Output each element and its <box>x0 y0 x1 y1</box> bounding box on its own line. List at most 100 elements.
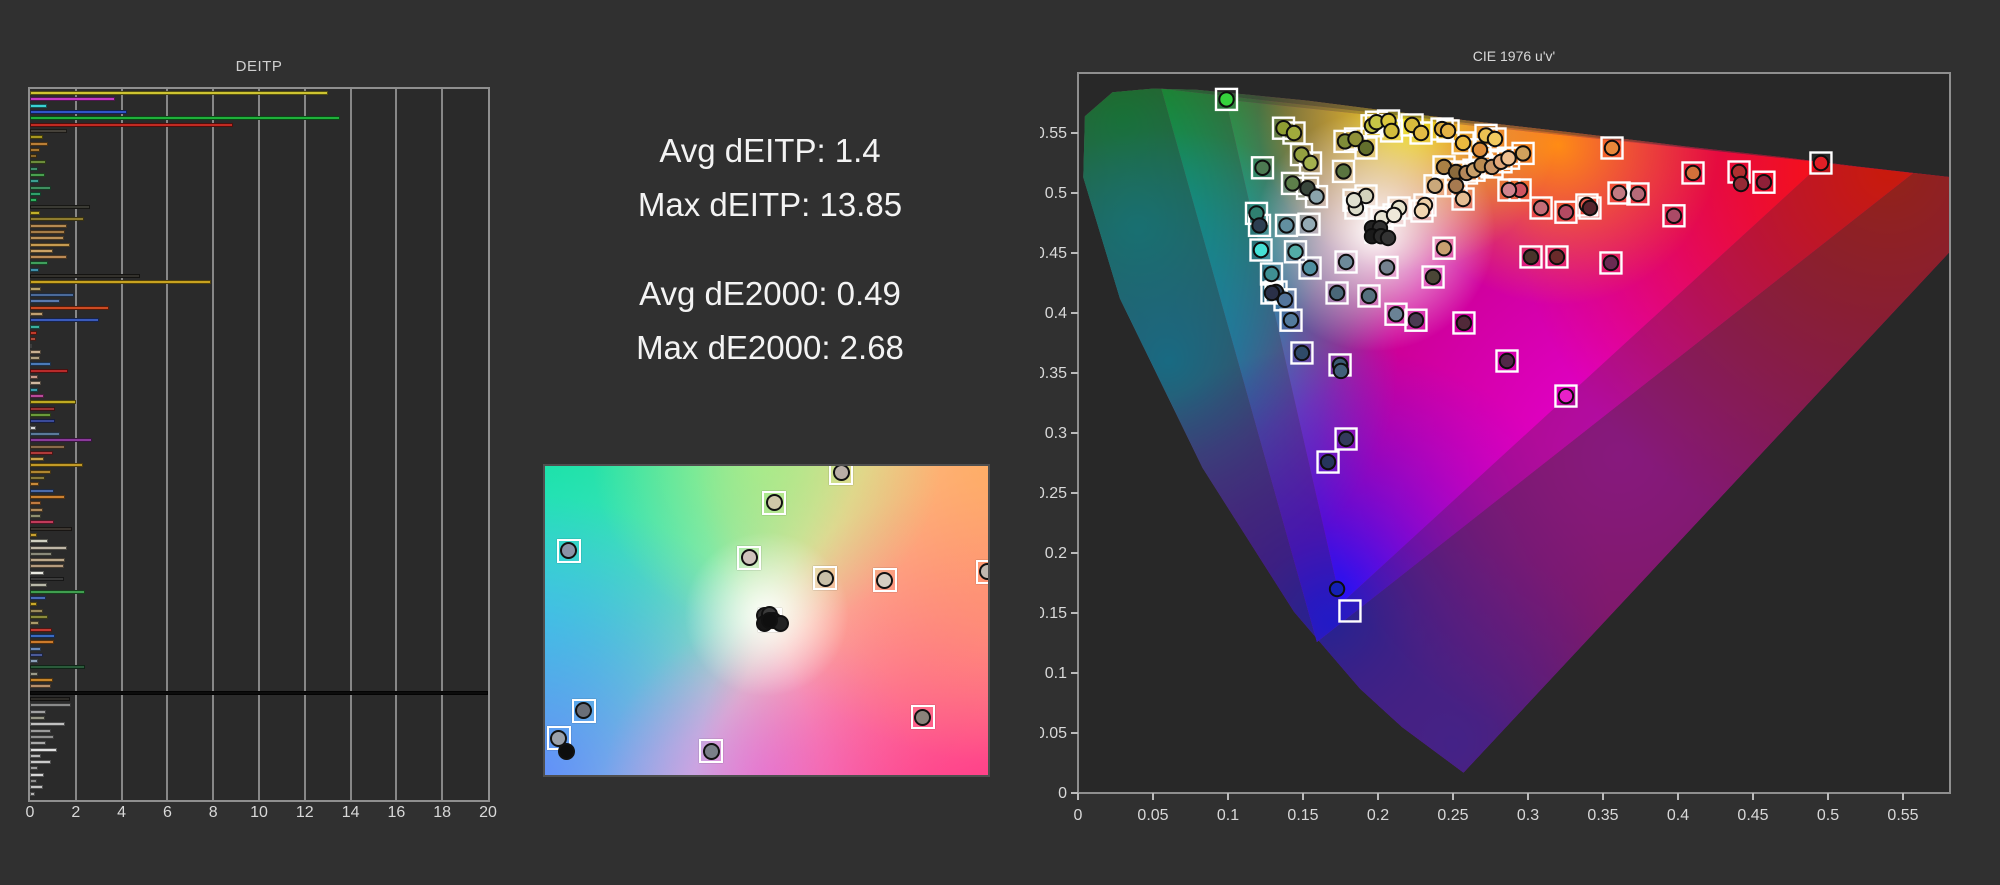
deitp-bar <box>30 482 40 487</box>
cie-measurement-point <box>1337 430 1355 448</box>
cie-measurement-point <box>1345 192 1363 209</box>
deitp-bar <box>30 261 49 266</box>
deitp-bar <box>30 728 51 733</box>
cie-y-tick-label: 0.3 <box>1045 425 1067 442</box>
cie-y-tick-label: 0.45 <box>1040 245 1067 262</box>
deitp-bar <box>30 419 56 424</box>
deitp-bar <box>30 476 45 481</box>
deitp-bar <box>30 760 51 765</box>
cie-measurement-point <box>1357 139 1375 157</box>
cie-measurement-point <box>1454 134 1472 152</box>
lab-measurement-point <box>979 563 988 580</box>
deitp-bar <box>30 659 38 664</box>
deitp-bar <box>30 198 37 203</box>
calibration-report-page: { "page": {"bg": "#303030", "accent_grid… <box>0 0 2000 885</box>
deitp-bar <box>30 640 55 645</box>
cie-1976-uv-diagram: 0 0.05 0.1 0.15 0.2 0.25 0.3 0.35 0.4 0.45 0.5 0.55… <box>1040 72 1951 824</box>
deitp-bar <box>30 722 66 727</box>
deitp-bar <box>30 507 43 512</box>
cie-measurement-point <box>1498 352 1516 370</box>
deitp-bar <box>30 406 56 411</box>
deitp-bar <box>30 160 47 165</box>
deitp-bar <box>30 210 41 215</box>
deitp-bar <box>30 173 45 178</box>
deitp-bar <box>30 217 84 222</box>
deitp-bar <box>30 766 38 771</box>
cie-measurement-point <box>1328 580 1346 598</box>
cie-measurement-point <box>1308 188 1325 205</box>
deitp-bar <box>30 412 51 417</box>
cie-measurement-point <box>1557 387 1575 405</box>
cie-measurement-point <box>1500 181 1518 199</box>
deitp-bar <box>30 690 488 695</box>
deitp-bar <box>30 280 211 285</box>
deitp-bar <box>30 513 42 518</box>
cie-measurement-point <box>1454 190 1472 208</box>
cie-y-tick-label: 0.35 <box>1040 365 1067 382</box>
cie-measurement-point <box>1447 177 1465 195</box>
deitp-bar <box>30 135 43 140</box>
deitp-bar <box>30 589 85 594</box>
cie-measurement-point <box>1603 139 1621 157</box>
cie-y-tick-label: 0.15 <box>1040 605 1067 622</box>
cie-y-tick-label: 0 <box>1058 785 1067 802</box>
deitp-bar <box>30 122 233 127</box>
deitp-bar <box>30 501 42 506</box>
cie-x-tick-label: 0.15 <box>1287 807 1318 824</box>
deitp-bar <box>30 431 60 436</box>
deitp-x-tick-label: 20 <box>479 804 497 821</box>
deitp-bar <box>30 236 65 241</box>
cie-measurement-point <box>1755 174 1773 191</box>
deitp-bar <box>30 785 43 790</box>
deitp-bar <box>30 267 40 272</box>
deitp-bar <box>30 558 66 563</box>
deitp-bar <box>30 400 76 405</box>
deitp-bar <box>30 709 47 714</box>
deitp-bar <box>30 337 36 342</box>
cie-measurement-point <box>1276 291 1294 308</box>
deitp-bar <box>30 457 44 462</box>
deitp-bar <box>30 318 99 323</box>
cie-measurement-point <box>1412 124 1430 142</box>
deitp-bar <box>30 223 67 228</box>
cie-measurement-point <box>1379 229 1397 247</box>
cie-x-tick-label: 0.55 <box>1887 807 1918 824</box>
avg-deitp-value: Avg dEITP: 1.4 <box>659 132 881 169</box>
cie-measurement-point <box>1426 177 1444 195</box>
deitp-bar <box>30 242 71 247</box>
cie-measurement-point <box>1332 362 1350 380</box>
cie-measurement-point <box>1302 154 1319 172</box>
deitp-bar <box>30 97 115 102</box>
deitp-bar <box>30 311 43 316</box>
max-deitp-value: Max dEITP: 13.85 <box>637 186 903 223</box>
deitp-bar <box>30 747 58 752</box>
deitp-bar <box>30 621 40 626</box>
deitp-x-tick-label: 12 <box>295 804 314 821</box>
deitp-bar <box>30 204 90 209</box>
deitp-bar <box>30 551 52 556</box>
deitp-bar <box>30 469 51 474</box>
deitp-bar <box>30 103 48 108</box>
cie-measurement-point <box>1500 150 1517 167</box>
deitp-bar <box>30 324 41 329</box>
cie-measurement-point <box>1732 175 1750 193</box>
deitp-bar <box>30 330 37 335</box>
deitp-x-tick-label: 2 <box>71 804 81 821</box>
cie-measurement-point <box>1435 240 1453 257</box>
deitp-bar <box>30 608 43 613</box>
deitp-x-axis: 0 2 4 6 8 10 12 14 16 18 20 <box>26 804 497 826</box>
deitp-bar <box>30 772 44 777</box>
deitp-bar <box>30 274 140 279</box>
cie-measurement-point <box>1254 159 1271 177</box>
lab-measurement-point <box>740 549 758 567</box>
cie-measurement-point <box>1581 199 1599 217</box>
cie-measurement-point <box>1684 164 1702 182</box>
cie-x-tick-label: 0.3 <box>1517 807 1539 824</box>
cie-measurement-point <box>1407 312 1425 329</box>
cie-measurement-point <box>1629 185 1647 203</box>
deitp-bar <box>30 141 49 146</box>
cie-measurement-point <box>1610 184 1628 202</box>
cie-x-tick-label: 0.4 <box>1667 807 1689 824</box>
cie-measurement-point <box>1378 259 1396 276</box>
deitp-bar <box>30 520 55 525</box>
